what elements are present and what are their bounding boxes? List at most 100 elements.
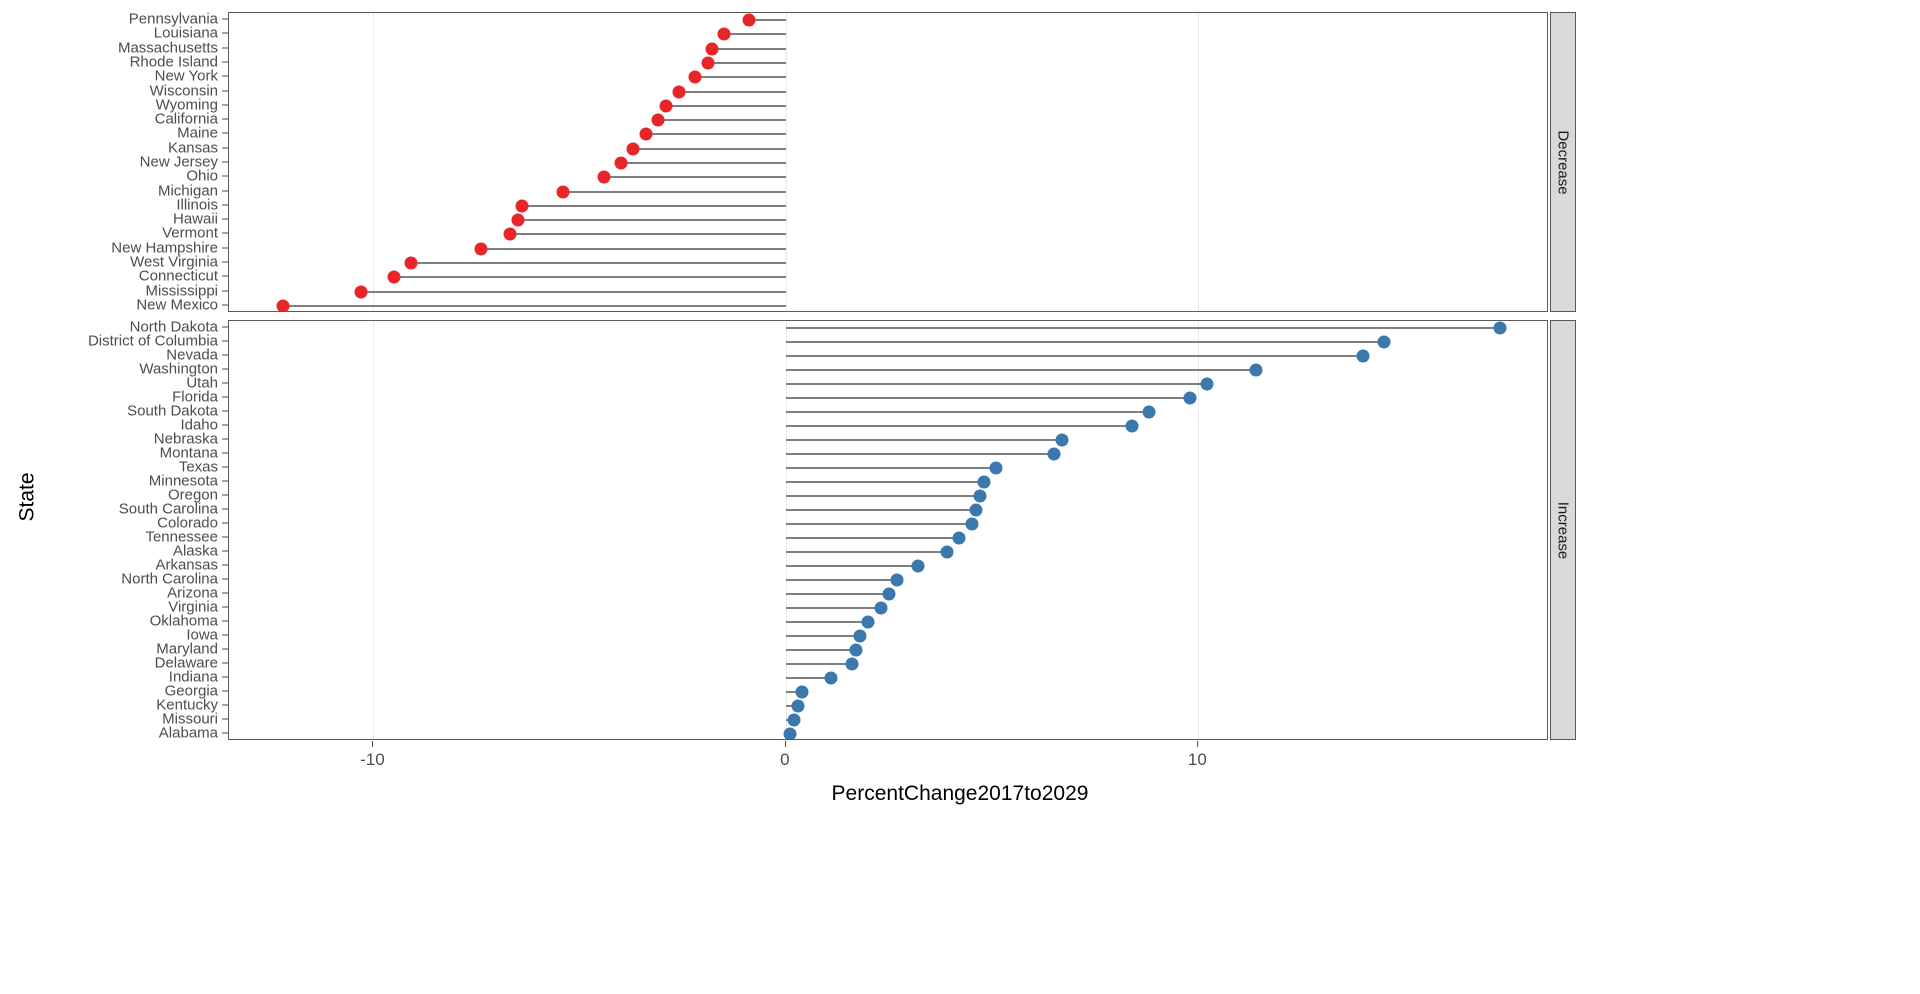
lollipop-stem bbox=[785, 523, 972, 525]
data-point[interactable] bbox=[276, 299, 290, 311]
lollipop-stem bbox=[711, 47, 786, 50]
data-point[interactable] bbox=[853, 629, 867, 643]
y-axis-title: State bbox=[8, 0, 48, 994]
data-point[interactable] bbox=[556, 185, 570, 199]
lollipop-stem bbox=[563, 190, 786, 193]
lollipop-stem bbox=[785, 551, 947, 553]
lollipop-stem bbox=[785, 537, 960, 539]
data-point[interactable] bbox=[824, 671, 838, 685]
lollipop-stem bbox=[410, 262, 786, 264]
lollipop-stem bbox=[620, 162, 786, 164]
data-point[interactable] bbox=[874, 601, 888, 615]
data-point[interactable] bbox=[989, 461, 1003, 475]
lollipop-stem bbox=[785, 495, 980, 497]
lollipop-stem bbox=[645, 133, 786, 136]
data-point[interactable] bbox=[911, 559, 925, 573]
data-point[interactable] bbox=[1493, 321, 1506, 335]
lollipop-stem bbox=[785, 481, 984, 483]
data-point[interactable] bbox=[404, 256, 417, 270]
data-point[interactable] bbox=[1377, 335, 1391, 349]
y-tick-label: New Mexico bbox=[136, 296, 218, 314]
data-point[interactable] bbox=[845, 657, 859, 671]
y-axis-title-text: State bbox=[16, 472, 40, 522]
data-point[interactable] bbox=[717, 27, 731, 41]
data-point[interactable] bbox=[701, 56, 714, 70]
lollipop-stem bbox=[785, 621, 869, 623]
data-point[interactable] bbox=[651, 113, 665, 127]
data-point[interactable] bbox=[639, 127, 653, 141]
data-point[interactable] bbox=[1249, 363, 1263, 377]
lollipop-stem bbox=[785, 341, 1384, 343]
data-point[interactable] bbox=[952, 531, 966, 545]
data-point[interactable] bbox=[614, 156, 628, 170]
x-tick-mark bbox=[784, 741, 786, 747]
data-point[interactable] bbox=[882, 587, 896, 601]
gridline bbox=[373, 13, 375, 311]
x-tick-label: -10 bbox=[360, 750, 385, 769]
lollipop-stem bbox=[724, 33, 786, 36]
data-point[interactable] bbox=[705, 42, 719, 56]
data-point[interactable] bbox=[861, 615, 875, 629]
data-point[interactable] bbox=[1047, 447, 1061, 461]
facet-panel-decrease bbox=[228, 12, 1548, 312]
facet-strip-increase: Increase bbox=[1550, 320, 1576, 740]
lollipop-stem bbox=[785, 439, 1063, 441]
data-point[interactable] bbox=[626, 142, 640, 156]
data-point[interactable] bbox=[474, 242, 488, 256]
data-point[interactable] bbox=[354, 285, 368, 299]
data-point[interactable] bbox=[511, 213, 525, 227]
data-point[interactable] bbox=[795, 685, 809, 699]
data-point[interactable] bbox=[1356, 349, 1370, 363]
lollipop-stem bbox=[785, 607, 881, 609]
data-point[interactable] bbox=[688, 70, 702, 84]
lollipop-stem bbox=[604, 176, 786, 179]
data-point[interactable] bbox=[973, 489, 987, 503]
lollipop-stem bbox=[785, 579, 898, 581]
lollipop-stem bbox=[678, 90, 786, 93]
data-point[interactable] bbox=[659, 99, 673, 113]
data-point[interactable] bbox=[1200, 377, 1214, 391]
lollipop-stem bbox=[785, 383, 1207, 385]
lollipop-stem bbox=[695, 76, 786, 79]
data-point[interactable] bbox=[890, 573, 904, 587]
lollipop-stem bbox=[633, 147, 786, 150]
facet-strip-label: Increase bbox=[1554, 501, 1572, 559]
lollipop-stem bbox=[517, 219, 786, 222]
x-axis-title-text: PercentChange2017to2029 bbox=[831, 782, 1089, 805]
data-point[interactable] bbox=[1183, 391, 1197, 405]
lollipop-stem bbox=[282, 304, 786, 307]
data-point[interactable] bbox=[387, 270, 401, 284]
data-point[interactable] bbox=[1125, 419, 1139, 433]
data-point[interactable] bbox=[965, 517, 978, 531]
data-point[interactable] bbox=[515, 199, 529, 213]
lollipop-stem bbox=[361, 290, 786, 293]
data-point[interactable] bbox=[1055, 433, 1069, 447]
data-point[interactable] bbox=[940, 545, 954, 559]
lollipop-stem bbox=[785, 565, 918, 567]
data-point[interactable] bbox=[742, 13, 756, 27]
facet-panel-increase bbox=[228, 320, 1548, 740]
lollipop-stem bbox=[785, 397, 1191, 399]
data-point[interactable] bbox=[1142, 405, 1156, 419]
x-tick-label: 10 bbox=[1187, 750, 1207, 769]
data-point[interactable] bbox=[977, 475, 991, 489]
data-point[interactable] bbox=[672, 85, 686, 99]
data-point[interactable] bbox=[791, 699, 805, 713]
data-point[interactable] bbox=[969, 503, 983, 517]
data-point[interactable] bbox=[503, 227, 516, 241]
lollipop-stem bbox=[785, 425, 1133, 427]
data-point[interactable] bbox=[787, 713, 801, 727]
data-point[interactable] bbox=[849, 643, 863, 657]
chart-root: State Pennsylvania Louisiana Massachusetts… bbox=[0, 0, 1920, 994]
lollipop-stem bbox=[785, 453, 1054, 455]
data-point[interactable] bbox=[783, 727, 797, 739]
gridline bbox=[1198, 13, 1200, 311]
lollipop-stem bbox=[785, 593, 889, 595]
x-tick-label: 0 bbox=[780, 750, 790, 769]
lollipop-stem bbox=[707, 62, 786, 64]
data-point[interactable] bbox=[597, 170, 611, 184]
x-tick-mark bbox=[372, 741, 374, 747]
lollipop-stem bbox=[785, 467, 997, 469]
gridline bbox=[785, 13, 787, 311]
lollipop-stem bbox=[658, 119, 786, 122]
